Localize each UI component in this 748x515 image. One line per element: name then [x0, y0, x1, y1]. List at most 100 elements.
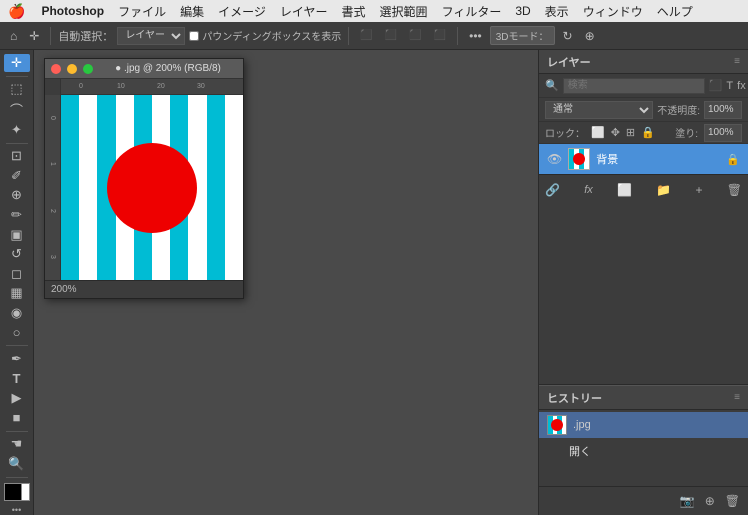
layer-item[interactable]: 👁 背景 🔒	[539, 144, 748, 174]
path-select-tool[interactable]: ▶	[4, 389, 30, 407]
brush-tool[interactable]: ✏	[4, 206, 30, 224]
menu-photoshop[interactable]: Photoshop	[41, 4, 104, 18]
align-left-icon[interactable]: ⬛	[356, 28, 376, 43]
layers-search-input[interactable]	[563, 78, 705, 94]
delete-state-icon[interactable]: 🗑	[725, 494, 740, 508]
lock-move-icon[interactable]: ✥	[611, 126, 620, 139]
crop-tool[interactable]: ⊡	[4, 147, 30, 165]
layer-select[interactable]: レイヤー	[117, 27, 185, 45]
menu-edit[interactable]: 編集	[180, 3, 204, 20]
bounding-box-label[interactable]: パウンディングボックスを表示	[189, 28, 341, 43]
fill-input[interactable]	[704, 124, 742, 142]
stripe-2	[79, 95, 97, 280]
new-layer-icon[interactable]: +	[695, 183, 702, 197]
gradient-tool[interactable]: ▦	[4, 285, 30, 303]
layers-mode-row: 通常 不透明度:	[539, 98, 748, 122]
3d-rotate-icon[interactable]: ↻	[559, 27, 577, 45]
window-minimize-btn[interactable]	[67, 64, 77, 74]
create-group-icon[interactable]: 📁	[656, 183, 671, 197]
move-tool-btn[interactable]: ✛	[25, 27, 43, 45]
bounding-box-checkbox[interactable]	[189, 31, 199, 41]
layers-lock-row: ロック： ⬜ ✥ ⊞ 🔒 塗り:	[539, 122, 748, 144]
dodge-tool[interactable]: ○	[4, 324, 30, 342]
image-canvas[interactable]	[61, 95, 243, 280]
menu-file[interactable]: ファイル	[118, 3, 166, 20]
lock-pixels-icon[interactable]: ⬜	[591, 126, 605, 139]
type-tool[interactable]: T	[4, 370, 30, 388]
menu-filter[interactable]: フィルター	[442, 3, 502, 20]
lock-artboard-icon[interactable]: ⊞	[626, 126, 635, 139]
zoom-tool[interactable]: 🔍	[4, 455, 30, 473]
layers-panel-header: レイヤー ≡	[539, 50, 748, 74]
fg-color-swatch[interactable]	[4, 483, 22, 501]
layers-panel: レイヤー ≡ 🔍 ⬛ T fx 🟨 ☰ 通常 不透明度:	[539, 50, 748, 385]
zoom-label: 200%	[45, 280, 243, 298]
align-right-icon[interactable]: ⬛	[405, 28, 425, 43]
create-snapshot-icon[interactable]: 📷	[680, 494, 695, 508]
layers-bottom-toolbar: 🔗 fx ⬜ 📁 + 🗑	[539, 174, 748, 204]
color-box[interactable]	[4, 483, 30, 501]
layers-panel-menu-icon[interactable]: ≡	[734, 56, 740, 67]
history-empty-space	[539, 466, 748, 486]
menu-type[interactable]: 書式	[342, 3, 366, 20]
menu-image[interactable]: イメージ	[218, 3, 266, 20]
opacity-input[interactable]	[704, 101, 742, 119]
link-layers-icon[interactable]: 🔗	[545, 183, 560, 197]
apple-menu[interactable]: 🍎	[8, 3, 25, 20]
layer-effect-filter-icon[interactable]: fx	[737, 80, 746, 92]
tool-sep-5	[6, 477, 28, 478]
history-item-2[interactable]: 開く	[539, 438, 748, 464]
distribute-icon[interactable]: ⬛	[430, 28, 450, 43]
shape-tool[interactable]: ■	[4, 409, 30, 427]
lasso-tool[interactable]: ⌒	[4, 100, 30, 119]
history-panel-header: ヒストリー ≡	[539, 386, 748, 410]
layer-name-filter-icon[interactable]: T	[726, 80, 733, 92]
history-brush-tool[interactable]: ↺	[4, 245, 30, 263]
ruler-vertical: 0 1 2 3	[45, 95, 61, 280]
eraser-tool[interactable]: ◻	[4, 265, 30, 283]
lock-all-icon[interactable]: 🔒	[641, 126, 655, 139]
home-icon[interactable]: ⌂	[6, 27, 21, 45]
delete-layer-icon[interactable]: 🗑	[727, 183, 742, 197]
menu-window[interactable]: ウィンドウ	[583, 3, 643, 20]
history-panel-menu-icon[interactable]: ≡	[734, 392, 740, 403]
document-window: ● .jpg @ 200% (RGB/8) 0 10 20 30 0	[44, 58, 244, 299]
stamp-tool[interactable]: ▣	[4, 226, 30, 244]
pen-tool[interactable]: ✒	[4, 350, 30, 368]
history-item[interactable]: .jpg	[539, 412, 748, 438]
window-close-btn[interactable]	[51, 64, 61, 74]
add-mask-icon[interactable]: ⬜	[617, 183, 632, 197]
right-panels: レイヤー ≡ 🔍 ⬛ T fx 🟨 ☰ 通常 不透明度:	[538, 50, 748, 515]
new-document-icon[interactable]: ⊕	[705, 494, 715, 508]
layer-visibility-icon[interactable]: 👁	[547, 152, 562, 166]
ruler-horizontal: 0 10 20 30	[61, 79, 243, 95]
3d-pan-icon[interactable]: ⊕	[581, 27, 599, 45]
tools-panel: ✛ ⬚ ⌒ ✦ ⊡ ✐ ⊕ ✏ ▣ ↺ ◻ ▦ ◉ ○ ✒ T ▶ ■ ☚ 🔍 …	[0, 50, 34, 515]
fx-icon[interactable]: fx	[584, 184, 593, 196]
main-area: ✛ ⬚ ⌒ ✦ ⊡ ✐ ⊕ ✏ ▣ ↺ ◻ ▦ ◉ ○ ✒ T ▶ ■ ☚ 🔍 …	[0, 50, 748, 515]
more-options-icon[interactable]: •••	[465, 27, 486, 45]
spot-heal-tool[interactable]: ⊕	[4, 186, 30, 204]
blur-tool[interactable]: ◉	[4, 304, 30, 322]
layer-type-filter-icon[interactable]: ⬛	[709, 79, 723, 92]
3d-mode-label[interactable]: 3Dモード：	[490, 26, 555, 45]
marquee-tool[interactable]: ⬚	[4, 80, 30, 98]
move-tool[interactable]: ✛	[4, 54, 30, 72]
history-thumb-circle-1	[551, 419, 563, 431]
fill-label: 塗り:	[675, 125, 698, 140]
history-thumbnail-1	[547, 415, 567, 435]
menu-help[interactable]: ヘルプ	[657, 3, 693, 20]
menu-view[interactable]: 表示	[545, 3, 569, 20]
menu-select[interactable]: 選択範囲	[380, 3, 428, 20]
menu-3d[interactable]: 3D	[515, 4, 530, 18]
more-tools-btn[interactable]: •••	[12, 505, 21, 515]
history-items-list: .jpg 開く	[539, 410, 748, 466]
eyedropper-tool[interactable]: ✐	[4, 167, 30, 185]
magic-wand-tool[interactable]: ✦	[4, 121, 30, 139]
menu-layer[interactable]: レイヤー	[280, 3, 328, 20]
hand-tool[interactable]: ☚	[4, 435, 30, 453]
window-maximize-btn[interactable]	[83, 64, 93, 74]
align-center-icon[interactable]: ⬛	[381, 28, 401, 43]
ruler-corner	[45, 79, 61, 95]
blend-mode-select[interactable]: 通常	[545, 101, 653, 119]
